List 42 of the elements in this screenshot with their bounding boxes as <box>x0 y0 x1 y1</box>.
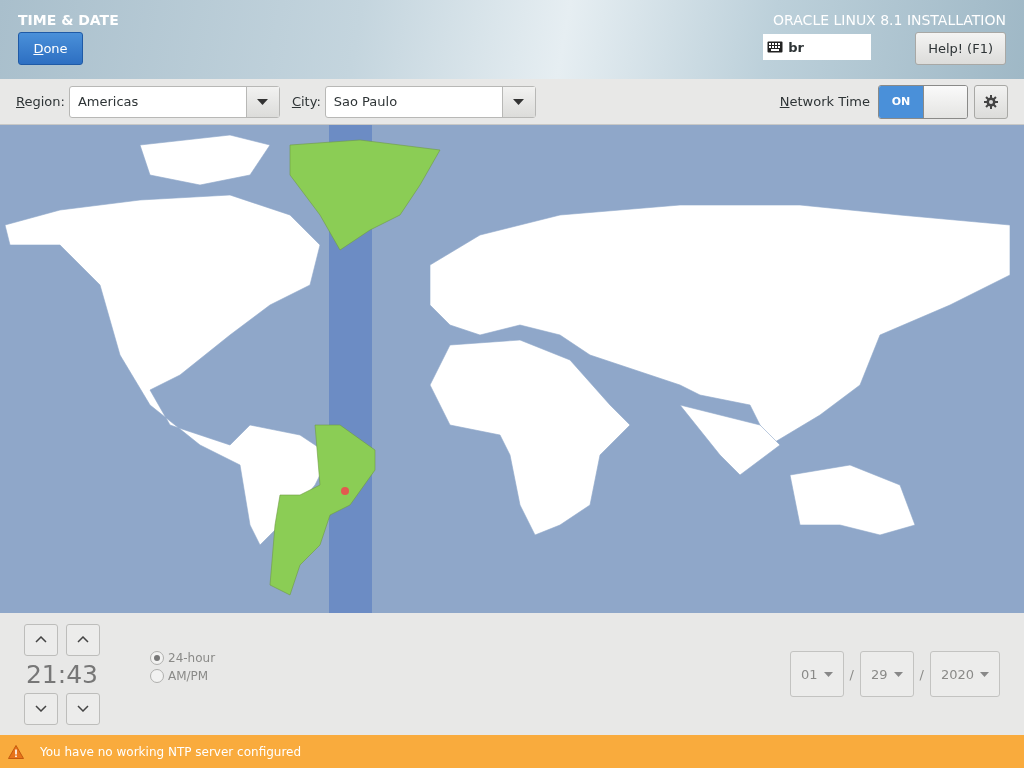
chevron-up-icon <box>77 636 89 643</box>
hour-down-button[interactable] <box>24 692 58 725</box>
format-label: AM/PM <box>168 669 209 683</box>
network-time-switch[interactable]: ON <box>878 84 968 119</box>
dropdown-arrow-icon <box>823 671 833 677</box>
dropdown-arrow-icon <box>893 671 903 677</box>
hour-up-button[interactable] <box>24 623 58 656</box>
minute-down-button[interactable] <box>66 692 100 725</box>
minute-up-button[interactable] <box>66 623 100 656</box>
help-button[interactable]: Help! (F1) <box>915 32 1006 65</box>
date-separator: / <box>919 666 924 682</box>
warning-message: You have no working NTP server configured <box>40 744 302 759</box>
chevron-down-icon <box>77 705 89 712</box>
product-title: ORACLE LINUX 8.1 INSTALLATION <box>773 12 1006 28</box>
dropdown-arrow-icon <box>980 671 989 677</box>
date-dropdown[interactable]: 01 <box>790 651 844 697</box>
keyboard-layout-text: br <box>788 39 804 55</box>
date-dropdown[interactable]: 2020 <box>929 651 1000 697</box>
ntp-settings-button[interactable] <box>974 84 1008 119</box>
region-label: Region: <box>16 94 65 109</box>
keyboard-layout-indicator[interactable]: br <box>763 34 872 60</box>
keyboard-icon <box>767 41 784 53</box>
date-dropdown[interactable]: 29 <box>859 651 914 697</box>
format-radio[interactable] <box>150 651 164 665</box>
city-label: City: <box>291 94 321 109</box>
gear-icon <box>984 94 998 109</box>
network-time-label: Network Time <box>779 94 870 109</box>
minutes-text: 43 <box>66 659 99 689</box>
city-combo[interactable]: Sao Paulo <box>324 85 536 118</box>
hours-text: 21 <box>25 659 58 689</box>
format-radio[interactable] <box>150 669 164 683</box>
time-separator: : <box>57 659 67 689</box>
chevron-down-icon <box>35 705 47 712</box>
format-label: 24-hour <box>168 651 216 665</box>
date-separator: / <box>849 666 854 682</box>
region-combo[interactable]: Americas <box>68 85 280 118</box>
dropdown-arrow-icon <box>513 98 525 105</box>
screen-title: TIME & DATE <box>18 12 119 28</box>
done-button[interactable]: Done <box>18 32 83 65</box>
warning-icon <box>8 744 24 759</box>
dropdown-arrow-icon <box>257 98 269 105</box>
chevron-up-icon <box>35 636 47 643</box>
